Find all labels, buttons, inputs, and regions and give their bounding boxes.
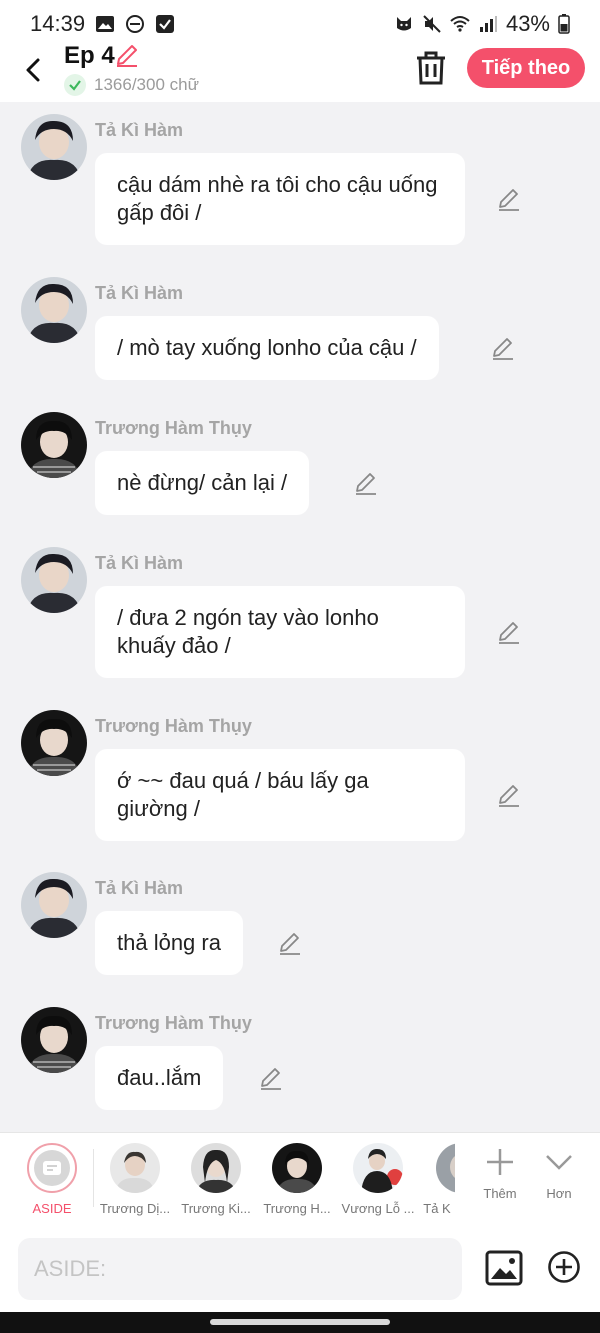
sender-name: Trương Hàm Thụy: [95, 716, 252, 736]
more-label: Hơn: [546, 1186, 572, 1201]
edit-icon[interactable]: [496, 619, 522, 645]
character-label: Vương Lỗ ...: [341, 1201, 415, 1216]
character-label: Trương Dị...: [99, 1201, 171, 1216]
divider: [93, 1149, 94, 1207]
edit-icon[interactable]: [496, 186, 522, 212]
sender-name: Tả Kì Hàm: [95, 120, 184, 140]
sender-name: Tả Kì Hàm: [95, 283, 184, 303]
home-handle[interactable]: [210, 1319, 390, 1325]
message-bubble[interactable]: đau..lắm: [95, 1046, 224, 1110]
character-label: Trương Ki...: [181, 1201, 251, 1216]
plus-icon: [487, 1149, 513, 1175]
mute-icon: [423, 15, 441, 33]
aside-label: ASIDE: [32, 1201, 72, 1216]
add-circle-icon[interactable]: [547, 1250, 581, 1284]
wifi-icon: [450, 16, 470, 32]
character-label: Tả K: [423, 1201, 451, 1216]
episode-title[interactable]: Ep 4: [64, 42, 115, 70]
avatar[interactable]: [21, 1007, 87, 1073]
cat-icon: [396, 17, 411, 31]
character-item[interactable]: Trương H...: [257, 1143, 337, 1216]
gallery-icon: [96, 16, 115, 32]
back-arrow-icon[interactable]: [18, 54, 50, 86]
top-bar: Ep 4 1366/300 chữ Tiếp theo: [0, 42, 600, 102]
character-item[interactable]: Trương Dị...: [95, 1143, 175, 1216]
word-count-text: 1366/300 chữ: [94, 75, 199, 94]
edit-icon[interactable]: [258, 1065, 284, 1091]
avatar[interactable]: [21, 872, 87, 938]
avatar: [272, 1143, 322, 1193]
checkbox-icon: [156, 15, 175, 33]
chat-area[interactable]: Tả Kì Hàm cậu dám nhè ra tôi cho cậu uốn…: [0, 102, 600, 1132]
message-input[interactable]: [18, 1238, 462, 1300]
battery-text: 43%: [505, 11, 550, 36]
image-icon[interactable]: [485, 1250, 523, 1286]
avatar[interactable]: [21, 114, 87, 180]
signal-icon: [479, 16, 497, 32]
check-icon: [64, 74, 86, 96]
trash-icon[interactable]: [414, 50, 448, 86]
message-bubble[interactable]: ớ ~~ đau quá / báu lấy ga giường /: [95, 749, 465, 841]
avatar[interactable]: [21, 277, 87, 343]
avatar[interactable]: [21, 412, 87, 478]
message-bubble[interactable]: nè đừng/ cản lại /: [95, 451, 310, 515]
sender-name: Tả Kì Hàm: [95, 878, 184, 898]
aside-icon: [34, 1150, 70, 1186]
edit-icon[interactable]: [353, 470, 379, 496]
character-item[interactable]: Tả K: [419, 1143, 455, 1216]
sender-name: Trương Hàm Thụy: [95, 418, 252, 438]
avatar: [110, 1143, 160, 1193]
character-item[interactable]: Trương Ki...: [176, 1143, 256, 1216]
avatar: [436, 1143, 455, 1193]
navigation-bar: [0, 1312, 600, 1333]
edit-icon[interactable]: [496, 782, 522, 808]
chevron-down-icon: [546, 1155, 572, 1170]
avatar[interactable]: [21, 710, 87, 776]
next-button[interactable]: Tiếp theo: [467, 48, 585, 88]
message-bubble[interactable]: thả lỏng ra: [95, 911, 243, 975]
sender-name: Trương Hàm Thụy: [95, 1013, 252, 1033]
battery-icon: [558, 14, 570, 34]
edit-icon[interactable]: [277, 930, 303, 956]
aside-button[interactable]: [27, 1143, 77, 1193]
status-time: 14:39: [30, 11, 86, 36]
character-label: Trương H...: [263, 1201, 331, 1216]
add-label: Thêm: [483, 1186, 517, 1201]
more-button[interactable]: Hơn: [529, 1147, 589, 1201]
edit-title-icon[interactable]: [114, 42, 140, 68]
message-bubble[interactable]: / đưa 2 ngón tay vào lonho khuấy đảo /: [95, 586, 465, 678]
avatar: [191, 1143, 241, 1193]
input-bar: [0, 1228, 600, 1312]
character-bar: ASIDE Trương Dị... Trương Ki... Trương H…: [0, 1132, 600, 1228]
message-bubble[interactable]: / mò tay xuống lonho của cậu /: [95, 316, 439, 380]
add-character-button[interactable]: Thêm: [470, 1147, 530, 1201]
avatar[interactable]: [21, 547, 87, 613]
message-bubble[interactable]: cậu dám nhè ra tôi cho cậu uống gấp đôi …: [95, 153, 465, 245]
status-bar: 14:39 43%: [0, 0, 600, 48]
character-item[interactable]: Vương Lỗ ...: [338, 1143, 418, 1216]
edit-icon[interactable]: [490, 335, 516, 361]
word-count: 1366/300 chữ: [64, 74, 199, 96]
avatar: [353, 1143, 403, 1193]
sender-name: Tả Kì Hàm: [95, 553, 184, 573]
do-not-disturb-icon: [126, 15, 145, 33]
